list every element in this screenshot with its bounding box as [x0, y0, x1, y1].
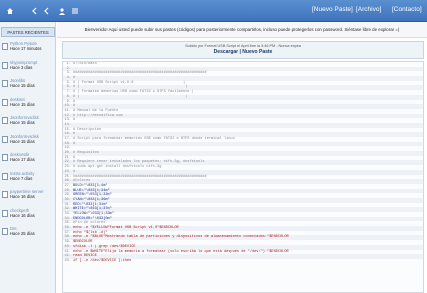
document-icon	[2, 61, 8, 69]
document-icon	[2, 191, 8, 198]
recent-paste-item[interactable]: Instra activity Hace 7 días	[2, 171, 55, 186]
recent-paste-item[interactable]: Jsonlibs Hace 15 días	[2, 78, 55, 93]
line-content: # sudo apt-get install dosfstools ntfs-3…	[73, 165, 162, 170]
recent-paste-item[interactable]: shypsinprompt Hace 3 días	[2, 60, 55, 75]
archive-link[interactable]: [Archivo]	[356, 6, 381, 13]
recent-pastes-header: PASTES RECIENTES	[1, 27, 55, 37]
document-icon	[2, 172, 8, 180]
line-content: # Script para formatear memorias USB com…	[73, 137, 235, 141]
prev-icon[interactable]	[42, 5, 52, 16]
welcome-notice: Bienvenido! Aquí usted puede subir sus p…	[57, 22, 427, 38]
line-number: 43.	[64, 258, 71, 263]
document-icon	[2, 98, 8, 106]
code-area[interactable]: 1. #!/bin/bash 2. 3. #######################…	[62, 61, 424, 293]
recent-paste-time: Hace 16 días	[10, 194, 35, 199]
paste-info-box: Subido por Format USB Script el April 8n…	[62, 41, 424, 59]
recent-paste-time: Hace 15 días	[10, 101, 35, 107]
paste-actions-link[interactable]: Descargar | Nuevo Paste	[63, 49, 423, 55]
recent-paste-time: Hace 15 días	[10, 120, 35, 125]
line-content: # Descripción	[73, 127, 102, 132]
recent-paste-item[interactable]: Jsonformvsdisk Hace 15 días	[2, 115, 55, 130]
contact-link[interactable]: [Contacto]	[392, 6, 422, 13]
line-content: ########################################…	[73, 174, 207, 179]
recent-paste-item[interactable]: Jsonformvsdisk Hace 15 días	[2, 134, 55, 149]
line-content: # Requisitos	[73, 151, 99, 156]
recent-paste-time: Hace 17 días	[10, 157, 35, 162]
line-content: if [ -e /dev/$DEVICE ];then	[73, 258, 132, 263]
recent-paste-item[interactable]: paypertime server Hace 16 días	[2, 189, 55, 204]
line-content: # | |	[73, 94, 188, 99]
document-icon	[2, 209, 8, 217]
document-icon	[2, 80, 8, 87]
recent-paste-item[interactable]: Dnt Hace 25 días	[2, 226, 55, 241]
new-paste-link[interactable]: [Nuevo Paste]	[312, 6, 353, 13]
user-icon[interactable]	[57, 5, 67, 16]
back-icon[interactable]	[30, 5, 40, 16]
list-icon[interactable]	[70, 5, 80, 16]
recent-paste-item[interactable]: Python Pyside Hace 17 minutos	[2, 41, 55, 56]
recent-paste-item[interactable]: checkpeth Hace 16 días	[2, 208, 55, 223]
recent-paste-time: Hace 17 minutos	[10, 46, 42, 51]
line-content: # http://decodifica.com	[73, 113, 123, 118]
paste-meta: Subido por Format USB Script el April 8n…	[185, 44, 301, 48]
document-icon	[2, 117, 8, 124]
line-content: ########################################…	[73, 71, 207, 76]
top-bar: [Nuevo Paste] [Archivo] [Contacto]	[0, 0, 427, 22]
line-content: #!/bin/bash	[73, 62, 97, 66]
recent-paste-time: Hace 3 días	[10, 64, 33, 70]
document-icon	[2, 135, 8, 143]
recent-paste-time: Hace 16 días	[10, 212, 35, 218]
recent-paste-time: Hace 15 días	[10, 83, 35, 88]
line-content: echo -e "$BLUE"Mostrando tabla de partic…	[73, 235, 289, 240]
recent-paste-time: Hace 15 días	[10, 138, 35, 144]
document-icon	[2, 43, 8, 50]
document-icon	[2, 228, 8, 235]
recent-paste-time: Hace 7 días	[10, 175, 33, 181]
recent-paste-item[interactable]: desknetdir Hace 17 días	[2, 152, 55, 167]
line-content: #	[73, 141, 76, 146]
line-content: echo -e $WHITE"Elija la memoria a format…	[73, 249, 289, 254]
home-icon[interactable]	[5, 5, 15, 16]
document-icon	[2, 154, 8, 161]
code-line: 43. if [ -e /dev/$DEVICE ];then	[63, 259, 423, 264]
recent-paste-item[interactable]: desknet Hace 15 días	[2, 97, 55, 112]
recent-paste-time: Hace 25 días	[10, 231, 35, 236]
line-content: #	[73, 118, 76, 123]
